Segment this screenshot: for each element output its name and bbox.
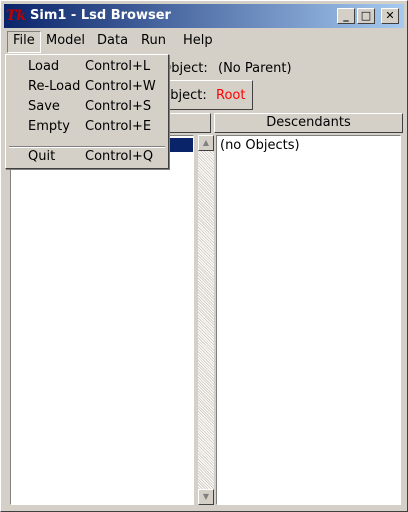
menu-item-label: Save (28, 99, 60, 114)
menu-item-shortcut: Control+S (85, 99, 152, 114)
file-menu-dropdown: Load Control+L Re-Load Control+W Save Co… (5, 54, 169, 169)
menu-item-shortcut: Control+L (85, 59, 151, 74)
variables-scrollbar[interactable]: ▲ ▼ (198, 135, 214, 505)
menu-item-label: Load (28, 59, 60, 74)
menu-item-label: Quit (28, 149, 56, 164)
scroll-down-arrow-icon[interactable]: ▼ (198, 489, 214, 505)
menu-item-shortcut: Control+Q (85, 149, 154, 164)
menu-item-label: Empty (28, 119, 70, 134)
menu-item-label: Re-Load (28, 79, 81, 94)
variables-header[interactable] (167, 113, 211, 133)
menu-bar: File Model Data Run Help (4, 31, 404, 53)
current-object-value: Root (216, 88, 246, 103)
descendants-empty-text: (no Objects) (220, 138, 300, 153)
menu-item-shortcut: Control+W (85, 79, 156, 94)
variables-list[interactable] (10, 135, 194, 505)
title-bar[interactable]: Tk Sim1 - Lsd Browser _ □ ✕ (4, 4, 404, 28)
lsd-browser-window: Tk Sim1 - Lsd Browser _ □ ✕ File Model D… (0, 0, 408, 512)
close-button[interactable]: ✕ (381, 8, 399, 24)
window-title: Sim1 - Lsd Browser (30, 8, 171, 23)
menu-data[interactable]: Data (92, 31, 133, 51)
descendants-panel: Descendants (no Objects) (214, 113, 403, 507)
menu-file[interactable]: File (7, 31, 41, 53)
menu-item-save[interactable]: Save Control+S (6, 97, 168, 117)
menu-item-empty[interactable]: Empty Control+E (6, 117, 168, 137)
menu-item-reload[interactable]: Re-Load Control+W (6, 77, 168, 97)
menu-model[interactable]: Model (41, 31, 90, 51)
menu-run[interactable]: Run (136, 31, 171, 51)
menu-item-quit[interactable]: Quit Control+Q (6, 147, 168, 167)
tk-logo-icon: Tk (6, 8, 27, 24)
descendants-list[interactable]: (no Objects) (216, 135, 401, 505)
scroll-up-arrow-icon[interactable]: ▲ (198, 135, 214, 151)
menu-item-load[interactable]: Load Control+L (6, 57, 168, 77)
variables-panel: ▲ ▼ (7, 113, 214, 507)
menu-help[interactable]: Help (178, 31, 218, 51)
minimize-button[interactable]: _ (337, 8, 355, 24)
descendants-header: Descendants (214, 113, 403, 133)
parent-object-value: (No Parent) (218, 61, 292, 76)
maximize-button[interactable]: □ (357, 8, 375, 24)
menu-item-shortcut: Control+E (85, 119, 152, 134)
